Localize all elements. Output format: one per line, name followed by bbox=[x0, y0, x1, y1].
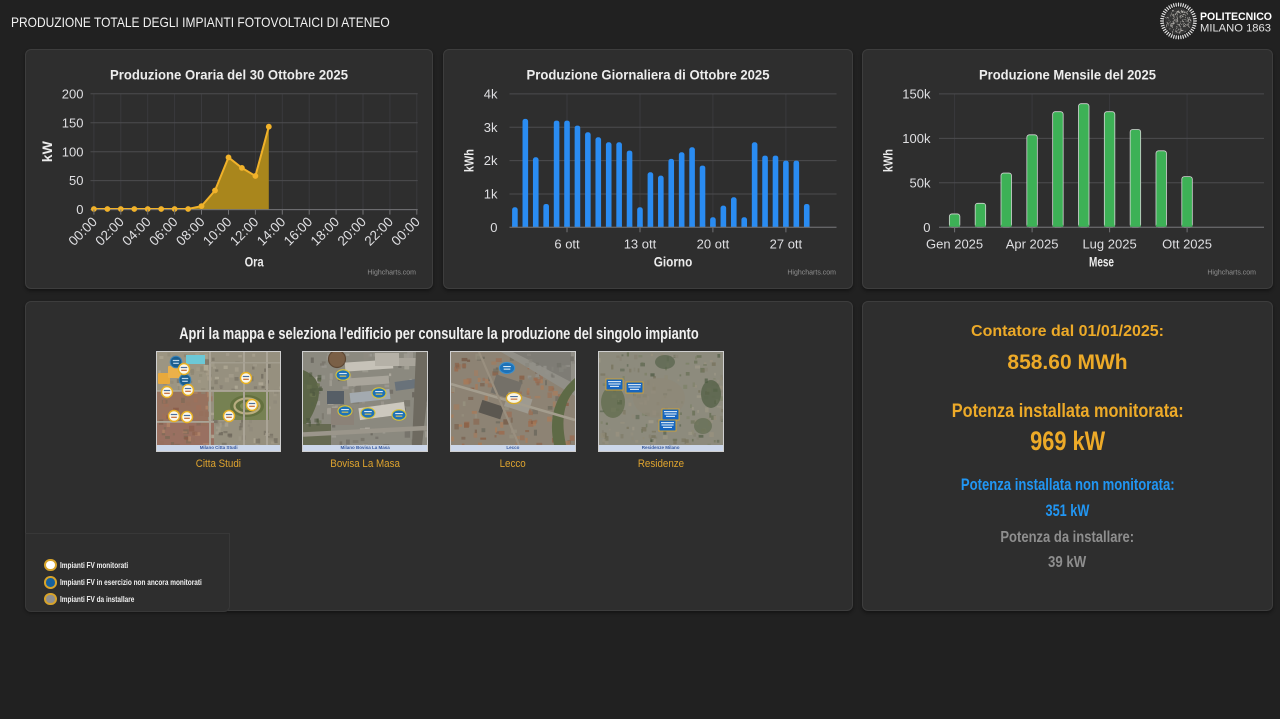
svg-text:kWh: kWh bbox=[461, 149, 476, 172]
svg-text:Produzione Giornaliera di Otto: Produzione Giornaliera di Ottobre 2025 bbox=[527, 66, 770, 82]
svg-text:kWh: kWh bbox=[880, 149, 895, 172]
svg-text:27 ott: 27 ott bbox=[770, 237, 803, 252]
svg-text:02:00: 02:00 bbox=[92, 214, 127, 249]
svg-text:0: 0 bbox=[490, 220, 497, 235]
svg-text:13 ott: 13 ott bbox=[624, 237, 657, 252]
svg-text:50k: 50k bbox=[910, 175, 931, 190]
svg-text:4k: 4k bbox=[484, 87, 498, 102]
svg-text:04:00: 04:00 bbox=[119, 214, 154, 249]
svg-text:200: 200 bbox=[62, 86, 84, 101]
svg-text:10:00: 10:00 bbox=[200, 214, 235, 249]
svg-text:06:00: 06:00 bbox=[146, 214, 181, 249]
svg-text:100: 100 bbox=[62, 144, 84, 159]
svg-text:Produzione Mensile del 2025: Produzione Mensile del 2025 bbox=[979, 66, 1156, 82]
svg-text:Highcharts.com: Highcharts.com bbox=[367, 270, 416, 277]
svg-text:2k: 2k bbox=[484, 153, 498, 168]
svg-text:100k: 100k bbox=[902, 131, 931, 146]
svg-text:Ora: Ora bbox=[245, 254, 264, 270]
svg-text:00:00: 00:00 bbox=[388, 214, 423, 249]
svg-text:14:00: 14:00 bbox=[254, 214, 289, 249]
svg-text:00:00: 00:00 bbox=[66, 214, 101, 249]
svg-text:50: 50 bbox=[69, 173, 83, 188]
svg-text:12:00: 12:00 bbox=[227, 214, 262, 249]
svg-text:Ott 2025: Ott 2025 bbox=[1162, 237, 1212, 252]
svg-text:0: 0 bbox=[923, 220, 930, 235]
svg-text:08:00: 08:00 bbox=[173, 214, 208, 249]
svg-text:Gen 2025: Gen 2025 bbox=[926, 237, 983, 252]
svg-text:Highcharts.com: Highcharts.com bbox=[1207, 270, 1256, 277]
svg-text:6 ott: 6 ott bbox=[554, 237, 580, 252]
svg-text:Lug 2025: Lug 2025 bbox=[1082, 237, 1136, 252]
svg-text:Mese: Mese bbox=[1089, 254, 1114, 270]
svg-text:Produzione Oraria del 30 Ottob: Produzione Oraria del 30 Ottobre 2025 bbox=[110, 66, 348, 82]
svg-text:1k: 1k bbox=[484, 187, 498, 202]
svg-text:Highcharts.com: Highcharts.com bbox=[787, 270, 836, 277]
svg-text:20 ott: 20 ott bbox=[697, 237, 730, 252]
svg-text:MILANO 1863: MILANO 1863 bbox=[1200, 23, 1271, 35]
svg-text:150k: 150k bbox=[902, 87, 931, 102]
svg-text:18:00: 18:00 bbox=[308, 214, 343, 249]
svg-text:0: 0 bbox=[76, 202, 83, 217]
svg-text:20:00: 20:00 bbox=[335, 214, 370, 249]
svg-text:POLITECNICO: POLITECNICO bbox=[1200, 11, 1272, 23]
svg-text:150: 150 bbox=[62, 115, 84, 130]
svg-text:Apr 2025: Apr 2025 bbox=[1006, 237, 1059, 252]
svg-text:Giorno: Giorno bbox=[654, 254, 693, 270]
svg-text:16:00: 16:00 bbox=[281, 214, 316, 249]
svg-text:3k: 3k bbox=[484, 120, 498, 135]
svg-text:22:00: 22:00 bbox=[362, 214, 397, 249]
svg-text:kW: kW bbox=[39, 140, 55, 162]
